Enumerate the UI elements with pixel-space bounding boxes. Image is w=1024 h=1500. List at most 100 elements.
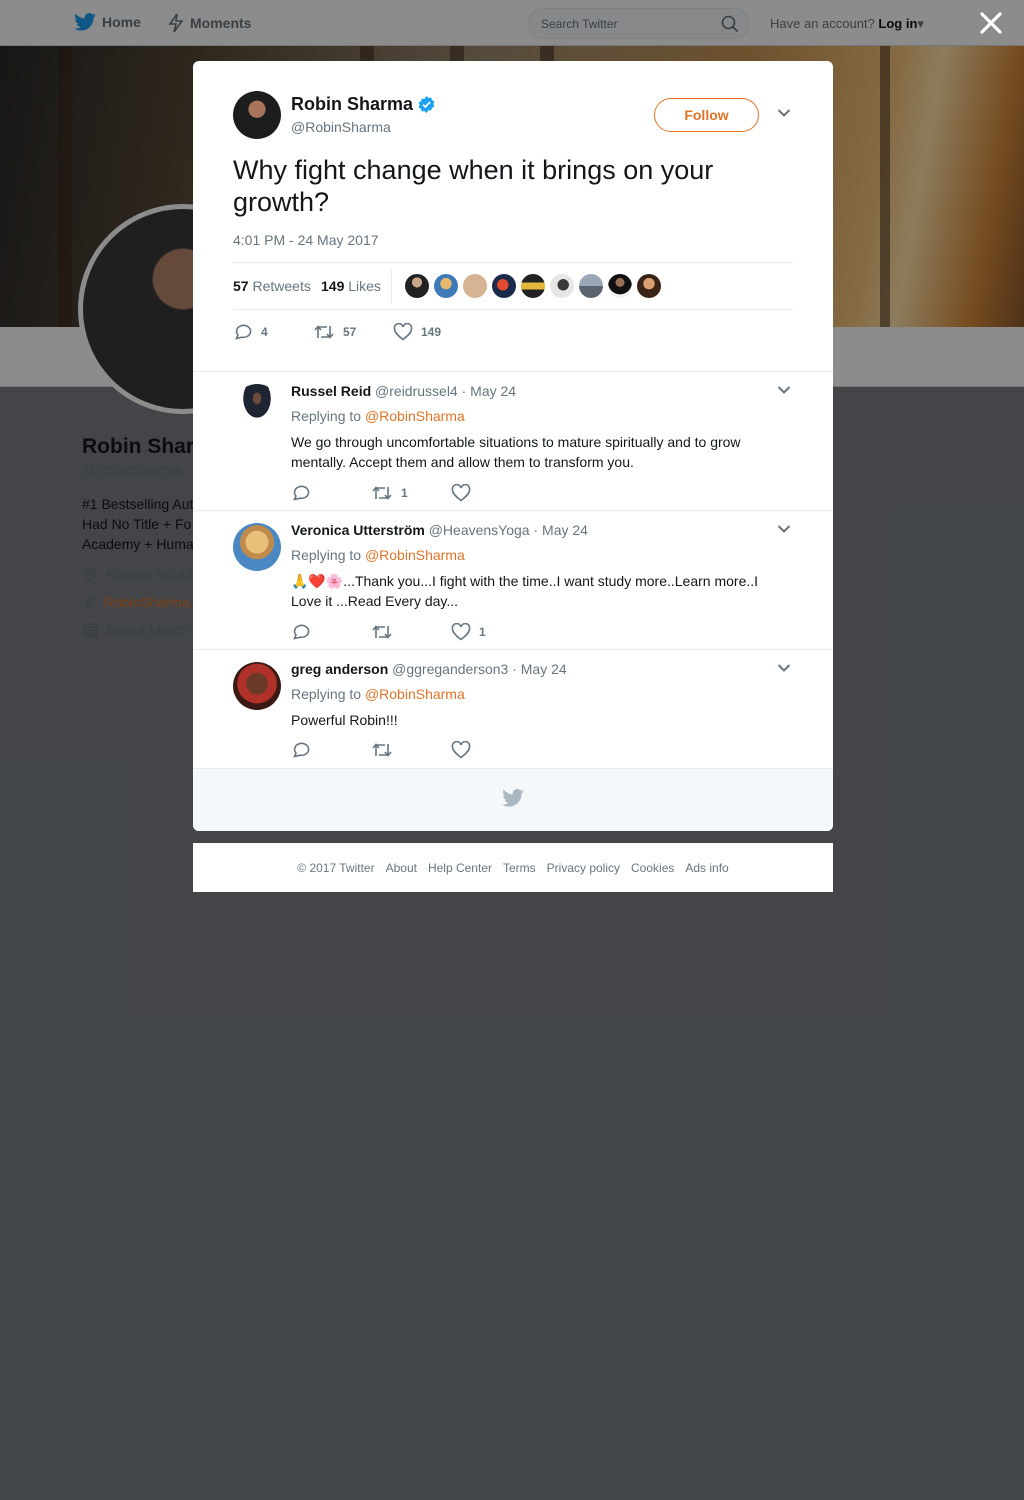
reply-date[interactable]: · May 24 (462, 383, 516, 399)
liker-avatar[interactable] (405, 274, 429, 298)
reply-author-handle[interactable]: @reidrussel4 (375, 383, 458, 399)
likes-stat[interactable]: 149 Likes (321, 278, 381, 294)
reply-actions (291, 741, 531, 759)
likes-label: Likes (348, 278, 381, 294)
stats-divider (391, 269, 392, 305)
reply-icon (235, 324, 252, 340)
replying-to-link[interactable]: @RobinSharma (365, 547, 465, 563)
reply-button[interactable]: 4 (233, 323, 313, 341)
footer-link-cookies[interactable]: Cookies (631, 861, 674, 875)
reply-author-handle[interactable]: @HeavensYoga (429, 522, 530, 538)
like-button[interactable]: 1 (451, 623, 531, 641)
tweet-stats: 57 Retweets 149 Likes (233, 262, 793, 310)
tweet-text: Why fight change when it brings on your … (233, 155, 714, 217)
reply-button[interactable] (291, 623, 371, 641)
reply-count: 4 (261, 325, 268, 339)
tweet-timestamp[interactable]: 4:01 PM - 24 May 2017 (233, 232, 379, 248)
follow-button[interactable]: Follow (654, 98, 759, 132)
retweets-count: 57 (233, 278, 249, 294)
reply-button[interactable] (291, 741, 371, 759)
verified-badge-icon (418, 96, 435, 113)
replying-to: Replying to @RobinSharma (291, 408, 465, 424)
retweet-icon (314, 325, 334, 339)
retweet-icon (372, 743, 392, 757)
reply-item[interactable]: Russel Reid @reidrussel4 · May 24 Replyi… (193, 371, 833, 511)
reply-author-name[interactable]: Russel Reid (291, 383, 371, 399)
reply-date[interactable]: · May 24 (512, 661, 566, 677)
liker-avatars (405, 274, 661, 298)
like-icon (451, 623, 471, 641)
retweet-button[interactable]: 1 (371, 485, 451, 501)
liker-avatar[interactable] (492, 274, 516, 298)
like-button[interactable] (451, 484, 531, 502)
replying-prefix: Replying to (291, 686, 362, 702)
footer-copyright: © 2017 Twitter (297, 860, 375, 875)
chevron-down-icon[interactable] (777, 524, 791, 534)
retweet-button[interactable] (371, 742, 451, 758)
reply-header: greg anderson @ggreganderson3 · May 24 (291, 661, 567, 677)
retweet-button[interactable] (371, 624, 451, 640)
author-avatar[interactable] (233, 91, 281, 139)
reply-avatar[interactable] (233, 662, 281, 710)
replying-prefix: Replying to (291, 408, 362, 424)
footer-link-privacy-policy[interactable]: Privacy policy (547, 861, 620, 875)
reply-header: Russel Reid @reidrussel4 · May 24 (291, 383, 516, 399)
reply-item[interactable]: Veronica Utterström @HeavensYoga · May 2… (193, 510, 833, 650)
footer-link-terms[interactable]: Terms (503, 861, 536, 875)
footer-link-ads-info[interactable]: Ads info (685, 861, 728, 875)
liker-avatar[interactable] (550, 274, 574, 298)
liker-avatar[interactable] (434, 274, 458, 298)
tweet-actions: 4 57 149 (233, 323, 473, 341)
chevron-down-icon[interactable] (777, 108, 791, 118)
chevron-down-icon[interactable] (777, 385, 791, 395)
liker-avatar[interactable] (521, 274, 545, 298)
liker-avatar[interactable] (579, 274, 603, 298)
replying-prefix: Replying to (291, 547, 362, 563)
reply-author-name[interactable]: greg anderson (291, 661, 388, 677)
like-count: 149 (421, 325, 442, 339)
chevron-down-icon[interactable] (777, 663, 791, 673)
reply-author-name[interactable]: Veronica Utterström (291, 522, 425, 538)
replying-to-link[interactable]: @RobinSharma (365, 686, 465, 702)
reply-text: We go through uncomfortable situations t… (291, 434, 741, 470)
footer-link-help-center[interactable]: Help Center (428, 861, 492, 875)
page-footer: © 2017 Twitter About Help Center Terms P… (193, 843, 833, 892)
reply-item[interactable]: greg anderson @ggreganderson3 · May 24 R… (193, 649, 833, 768)
liker-avatar[interactable] (637, 274, 661, 298)
twitter-bird-icon (502, 789, 524, 807)
like-icon (451, 741, 471, 759)
reply-header: Veronica Utterström @HeavensYoga · May 2… (291, 522, 588, 538)
reply-avatar[interactable] (233, 384, 281, 432)
like-icon (393, 323, 413, 341)
author-handle[interactable]: @RobinSharma (291, 119, 391, 135)
retweet-button[interactable]: 57 (313, 324, 393, 340)
like-count: 1 (479, 625, 486, 639)
liker-avatar[interactable] (608, 274, 632, 298)
footer-link-about[interactable]: About (386, 861, 417, 875)
reply-icon (293, 624, 310, 640)
retweets-label: Retweets (252, 278, 311, 294)
replying-to: Replying to @RobinSharma (291, 547, 465, 563)
author-name-row[interactable]: Robin Sharma (291, 94, 435, 115)
like-icon (451, 484, 471, 502)
replying-to-link[interactable]: @RobinSharma (365, 408, 465, 424)
retweet-icon (372, 486, 392, 500)
reply-icon (293, 485, 310, 501)
reply-text: 🙏❤️🌸...Thank you...I fight with the time… (291, 573, 759, 609)
retweets-stat[interactable]: 57 Retweets (233, 278, 311, 294)
reply-button[interactable] (291, 484, 371, 502)
reply-actions: 1 (291, 484, 531, 502)
tweet-modal: Robin Sharma @RobinSharma Follow Why fig… (193, 61, 833, 831)
replying-to: Replying to @RobinSharma (291, 686, 465, 702)
reply-avatar[interactable] (233, 523, 281, 571)
like-button[interactable] (451, 741, 531, 759)
liker-avatar[interactable] (463, 274, 487, 298)
close-icon[interactable] (978, 10, 1004, 36)
like-button[interactable]: 149 (393, 323, 473, 341)
retweet-count: 57 (343, 325, 357, 339)
reply-date[interactable]: · May 24 (534, 522, 588, 538)
reply-icon (293, 742, 310, 758)
author-name[interactable]: Robin Sharma (291, 94, 413, 115)
reply-author-handle[interactable]: @ggreganderson3 (392, 661, 508, 677)
likes-count: 149 (321, 278, 345, 294)
